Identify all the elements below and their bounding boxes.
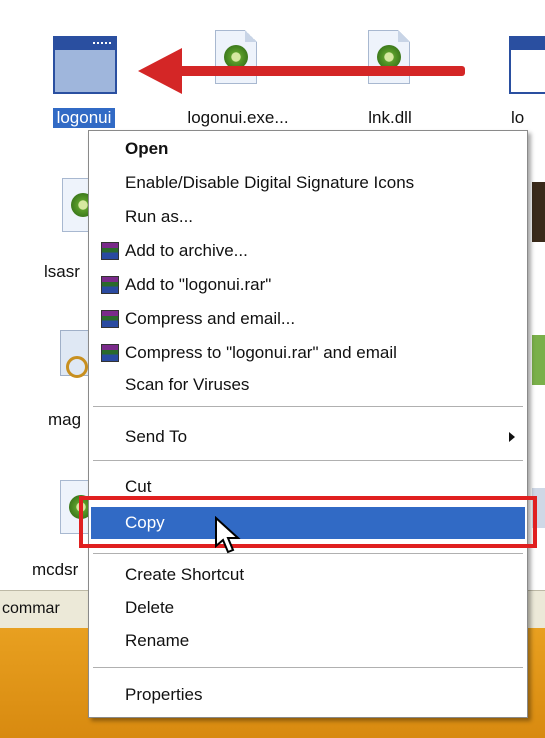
desktop-icon-label: mag xyxy=(48,410,82,429)
menu-separator xyxy=(93,667,523,668)
winrar-icon xyxy=(101,310,119,328)
menu-item-rename[interactable]: Rename xyxy=(91,625,525,657)
desktop-icon-label: mcdsr xyxy=(32,560,79,579)
desktop-icon-logonui-exe[interactable]: logonui.exe... xyxy=(187,30,289,127)
desktop-icon-mag[interactable]: mag xyxy=(40,330,90,430)
menu-item-enable-disable-signature[interactable]: Enable/Disable Digital Signature Icons xyxy=(91,167,525,199)
menu-item-add-to-archive[interactable]: Add to archive... xyxy=(91,235,525,267)
winrar-icon xyxy=(101,276,119,294)
partial-icon-right xyxy=(532,182,545,242)
winrar-icon xyxy=(101,242,119,260)
desktop-icon-label: logonui xyxy=(53,108,115,128)
exe-icon xyxy=(62,178,90,232)
menu-item-send-to[interactable]: Send To xyxy=(91,421,525,453)
desktop-icon-label: lsasr xyxy=(44,262,80,278)
menu-item-delete[interactable]: Delete xyxy=(91,592,525,624)
menu-item-compress-to-rar-email[interactable]: Compress to "logonui.rar" and email xyxy=(91,337,525,369)
desktop-icon-logonui[interactable]: logonui xyxy=(45,36,125,128)
submenu-arrow-icon xyxy=(509,432,515,442)
window-icon xyxy=(53,36,117,94)
command-strip-label: commar xyxy=(2,600,60,617)
menu-separator xyxy=(93,460,523,461)
menu-separator xyxy=(93,406,523,407)
mouse-pointer-icon xyxy=(215,516,241,554)
partial-icon-right xyxy=(532,335,545,385)
annotation-arrow xyxy=(170,66,465,76)
desktop-icon-lsasr[interactable]: lsasr xyxy=(40,178,90,278)
desktop-icon-lo[interactable]: lo xyxy=(505,36,545,126)
annotation-arrow-head xyxy=(138,48,182,94)
desktop: logonui logonui.exe... lnk.dll lo lsasr … xyxy=(0,0,545,738)
desktop-icon-label: lnk.dll xyxy=(368,108,412,127)
desktop-icon-lnk-dll[interactable]: lnk.dll xyxy=(350,30,430,127)
menu-item-add-to-rar[interactable]: Add to "logonui.rar" xyxy=(91,269,525,301)
context-menu: Open Enable/Disable Digital Signature Ic… xyxy=(88,130,528,718)
menu-item-create-shortcut[interactable]: Create Shortcut xyxy=(91,559,525,591)
menu-item-run-as[interactable]: Run as... xyxy=(91,201,525,233)
menu-separator xyxy=(93,553,523,554)
menu-item-scan-for-viruses[interactable]: Scan for Viruses xyxy=(91,369,525,401)
menu-item-open[interactable]: Open xyxy=(91,133,525,165)
menu-item-compress-and-email[interactable]: Compress and email... xyxy=(91,303,525,335)
desktop-icon-label: lo xyxy=(511,108,525,126)
window-icon xyxy=(509,36,545,94)
annotation-highlight-box xyxy=(79,496,537,548)
menu-item-properties[interactable]: Properties xyxy=(91,679,525,711)
winrar-icon xyxy=(101,344,119,362)
desktop-icon-label: logonui.exe... xyxy=(187,108,289,127)
